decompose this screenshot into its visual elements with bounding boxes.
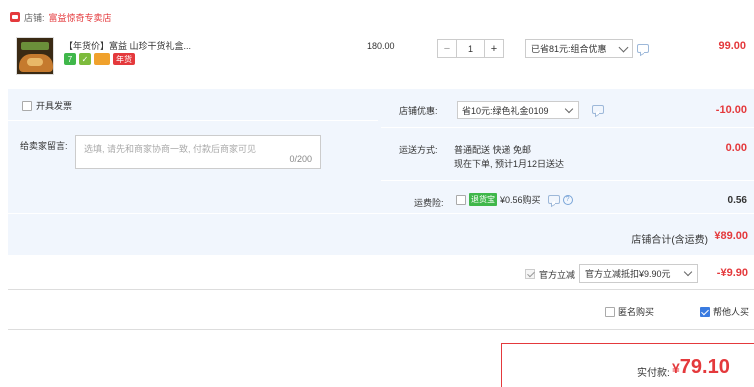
invoice-option[interactable]: 开具发票 xyxy=(22,99,72,112)
insurance-badge: 退货宝 xyxy=(469,193,497,206)
decrease-quantity-button[interactable]: − xyxy=(437,39,457,58)
shop-total-amount: ¥89.00 xyxy=(714,230,748,242)
unit-price: 180.00 xyxy=(367,41,395,51)
product-title-link[interactable]: 【年货价】富益 山珍干货礼盒... xyxy=(64,39,204,52)
buy-for-others-option[interactable]: 帮他人买 xyxy=(700,305,749,318)
seller-note-placeholder: 选填, 请先和商家协商一致, 付款后商家可见 xyxy=(84,144,257,154)
payment-amount: ¥79.10 xyxy=(672,356,730,379)
chevron-down-icon xyxy=(564,104,574,114)
order-details-panel: 开具发票 给卖家留言: 选填, 请先和商家协商一致, 付款后商家可见 0/200… xyxy=(8,89,754,255)
shop-discount-value: 省10元:绿色礼金0109 xyxy=(462,105,549,116)
new-year-badge: 年货 xyxy=(113,53,135,65)
divider xyxy=(8,120,378,121)
shipping-eta: 现在下单, 预计1月12日送达 xyxy=(454,159,565,169)
store-icon xyxy=(10,12,20,22)
chevron-down-icon xyxy=(683,267,693,277)
store-label: 店铺: xyxy=(24,12,45,23)
payment-currency: ¥ xyxy=(672,360,680,376)
shop-total-row: 店铺合计(含运费) ¥89.00 xyxy=(8,213,754,255)
insurance-price: ¥0.56购买 xyxy=(500,195,541,205)
card-badge-icon xyxy=(94,53,110,65)
order-left-panel: 开具发票 给卖家留言: 选填, 请先和商家协商一致, 付款后商家可见 0/200 xyxy=(8,89,378,213)
store-header: 店铺: 富益惊奇专卖店 xyxy=(10,9,112,25)
product-tags: 7 ✓ 年货 xyxy=(64,53,135,65)
seller-note-counter: 0/200 xyxy=(289,154,312,164)
purchase-options-row: 匿名购买 帮他人买 xyxy=(8,292,754,330)
chevron-down-icon xyxy=(618,42,629,53)
instant-discount-checkbox[interactable] xyxy=(525,269,535,279)
guarantee-badge-icon: ✓ xyxy=(79,53,91,65)
insurance-option[interactable]: 退货宝 ¥0.56购买 ? xyxy=(456,193,573,206)
instant-discount-amount: -¥9.90 xyxy=(716,267,748,279)
anonymous-label: 匿名购买 xyxy=(618,307,655,317)
seller-note-label: 给卖家留言: xyxy=(20,141,68,151)
store-name-link[interactable]: 富益惊奇专卖店 xyxy=(49,11,112,24)
quantity-stepper: − 1 + xyxy=(437,39,504,58)
message-icon[interactable] xyxy=(637,44,649,53)
message-icon[interactable] xyxy=(547,195,560,204)
shipping-row: 运送方式: 普通配送 快递 免邮 现在下单, 预计1月12日送达 0.00 xyxy=(381,128,754,180)
item-total: 99.00 xyxy=(718,40,746,52)
cart-item-row: 【年货价】富益 山珍干货礼盒... 7 ✓ 年货 180.00 − 1 + 已省… xyxy=(10,33,754,85)
insurance-checkbox[interactable] xyxy=(456,194,466,205)
item-promo-select[interactable]: 已省81元:组合优惠 xyxy=(525,39,633,58)
instant-discount-value: 官方立减抵扣¥9.90元 xyxy=(585,269,671,279)
help-icon[interactable]: ? xyxy=(562,194,573,205)
buy-for-others-checkbox[interactable] xyxy=(700,306,710,317)
order-right-panel: 店铺优惠: 省10元:绿色礼金0109 -10.00 运送方式: 普通配送 快递… xyxy=(381,89,754,213)
shipping-amount: 0.00 xyxy=(725,142,747,154)
insurance-label: 运费险: xyxy=(414,198,444,208)
shop-discount-row: 店铺优惠: 省10元:绿色礼金0109 -10.00 xyxy=(381,89,754,127)
instant-discount-select[interactable]: 官方立减抵扣¥9.90元 xyxy=(579,264,698,283)
invoice-checkbox[interactable] xyxy=(22,100,32,111)
shipping-label: 运送方式: xyxy=(399,145,438,155)
insurance-amount: 0.56 xyxy=(727,195,747,206)
invoice-label: 开具发票 xyxy=(36,101,73,111)
instant-discount-label: 官方立减 xyxy=(539,270,576,280)
shop-discount-amount: -10.00 xyxy=(715,104,747,116)
instant-discount-row: 官方立减 官方立减抵扣¥9.90元 -¥9.90 xyxy=(8,258,754,290)
product-thumbnail[interactable] xyxy=(16,37,54,75)
shipping-method: 普通配送 快递 免邮 xyxy=(454,145,532,155)
shop-total-label: 店铺合计(含运费) xyxy=(631,235,708,246)
seven-day-return-badge: 7 xyxy=(64,53,76,65)
item-promo-value: 已省81元:组合优惠 xyxy=(531,44,607,54)
shop-discount-select[interactable]: 省10元:绿色礼金0109 xyxy=(457,101,579,119)
anonymous-purchase-option[interactable]: 匿名购买 xyxy=(605,305,654,318)
payment-label: 实付款: xyxy=(637,368,670,379)
message-icon[interactable] xyxy=(592,105,604,114)
payment-value: 79.10 xyxy=(679,356,730,378)
quantity-input[interactable]: 1 xyxy=(457,39,484,58)
shop-discount-label: 店铺优惠: xyxy=(399,106,438,116)
anonymous-checkbox[interactable] xyxy=(605,306,615,317)
seller-note-input[interactable]: 选填, 请先和商家协商一致, 付款后商家可见 0/200 xyxy=(75,135,321,169)
increase-quantity-button[interactable]: + xyxy=(484,39,504,58)
buy-for-others-label: 帮他人买 xyxy=(713,307,750,317)
payment-summary: 实付款: ¥79.10 xyxy=(501,343,754,387)
